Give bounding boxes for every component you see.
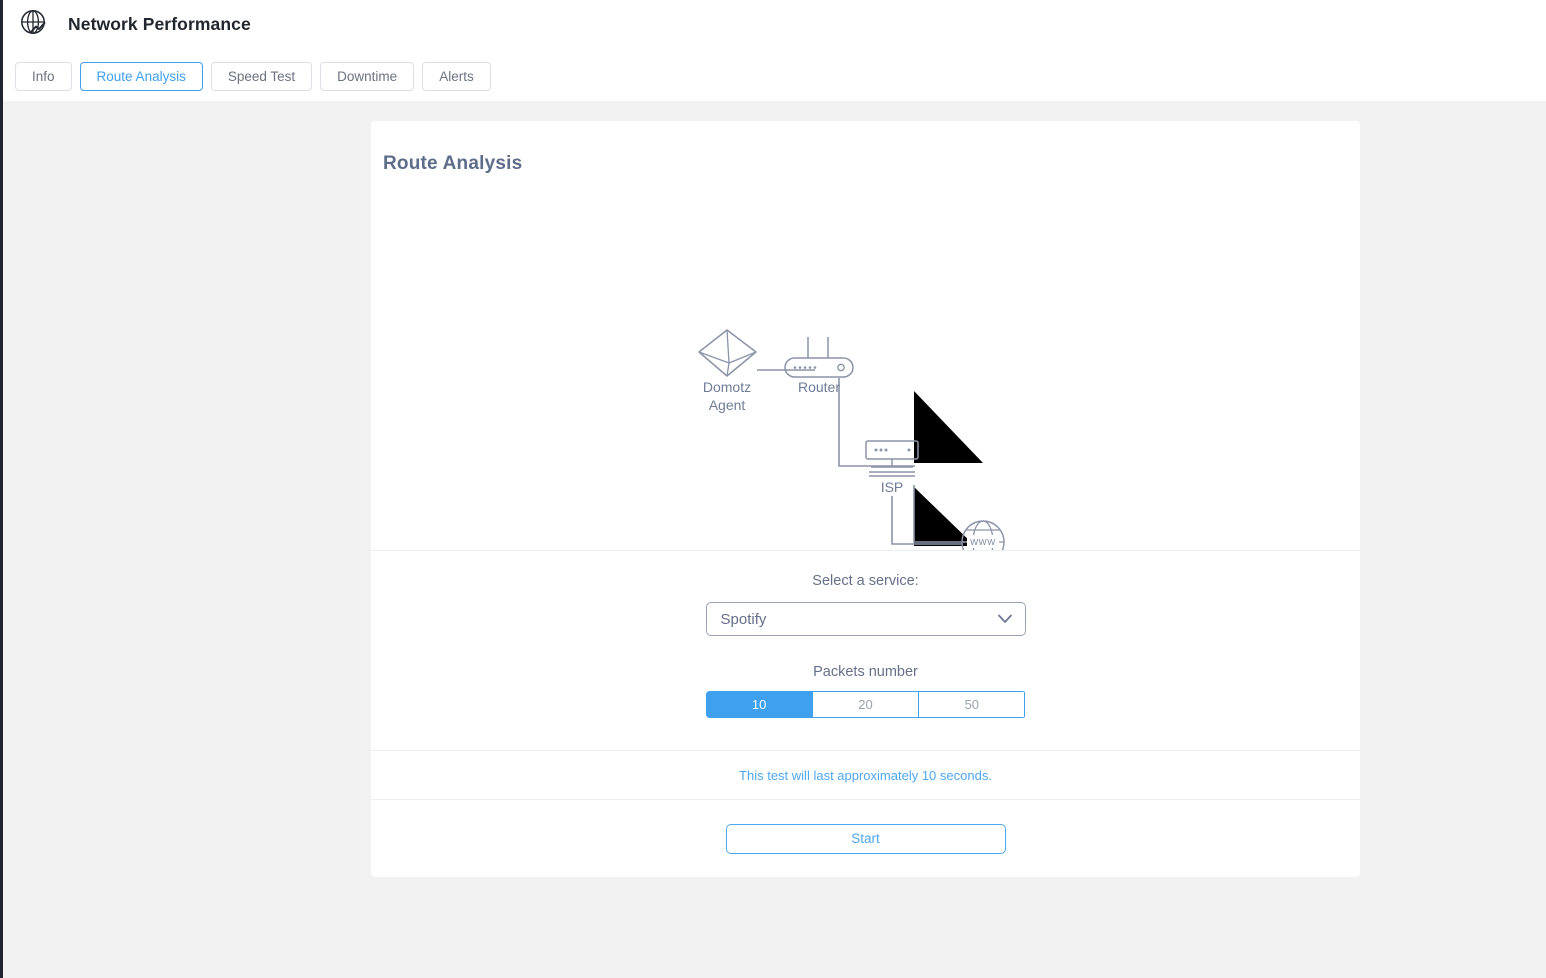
- app-header: Network Performance Info Route Analysis …: [3, 0, 1546, 101]
- router-icon: [785, 337, 853, 377]
- test-controls: Select a service: Spotify Packets number…: [371, 551, 1360, 750]
- service-select-wrapper: Spotify: [706, 602, 1026, 636]
- tab-route-analysis[interactable]: Route Analysis: [80, 62, 203, 91]
- tab-downtime[interactable]: Downtime: [320, 62, 414, 91]
- octahedron-icon: [699, 330, 756, 376]
- packets-segmented-control: 10 20 50: [706, 691, 1026, 718]
- card-actions: Start: [371, 800, 1360, 877]
- route-diagram: Domotz Agent Router: [371, 206, 1360, 550]
- svg-text:ISP: ISP: [881, 479, 904, 495]
- page-title: Route Analysis: [383, 153, 522, 175]
- globe-www-icon: WWW: [962, 521, 1004, 550]
- service-select[interactable]: Spotify: [706, 602, 1026, 636]
- globe-chart-icon: [18, 7, 52, 41]
- test-duration-note: This test will last approximately 10 sec…: [371, 751, 1360, 799]
- tab-info[interactable]: Info: [15, 62, 72, 91]
- service-label: Select a service:: [371, 573, 1360, 589]
- card-header: Route Analysis: [371, 121, 1360, 206]
- svg-text:Domotz: Domotz: [703, 379, 751, 395]
- app-title: Network Performance: [68, 14, 251, 35]
- tab-bar: Info Route Analysis Speed Test Downtime …: [15, 62, 491, 91]
- server-icon: [866, 441, 918, 476]
- svg-text:Agent: Agent: [709, 397, 746, 413]
- packets-option-20[interactable]: 20: [813, 691, 919, 718]
- service-select-value: Spotify: [721, 611, 767, 628]
- test-duration-text: This test will last approximately 10 sec…: [739, 768, 992, 783]
- header-title-row: Network Performance: [18, 6, 251, 42]
- tab-speed-test[interactable]: Speed Test: [211, 62, 312, 91]
- svg-text:Router: Router: [798, 379, 840, 395]
- svg-text:WWW: WWW: [970, 537, 996, 547]
- packets-label: Packets number: [371, 664, 1360, 680]
- packets-option-10[interactable]: 10: [706, 691, 813, 718]
- tab-alerts[interactable]: Alerts: [422, 62, 491, 91]
- app-root: Network Performance Info Route Analysis …: [0, 0, 1546, 978]
- start-button[interactable]: Start: [726, 824, 1006, 854]
- packets-option-50[interactable]: 50: [919, 691, 1025, 718]
- route-analysis-card: Route Analysis: [371, 121, 1360, 877]
